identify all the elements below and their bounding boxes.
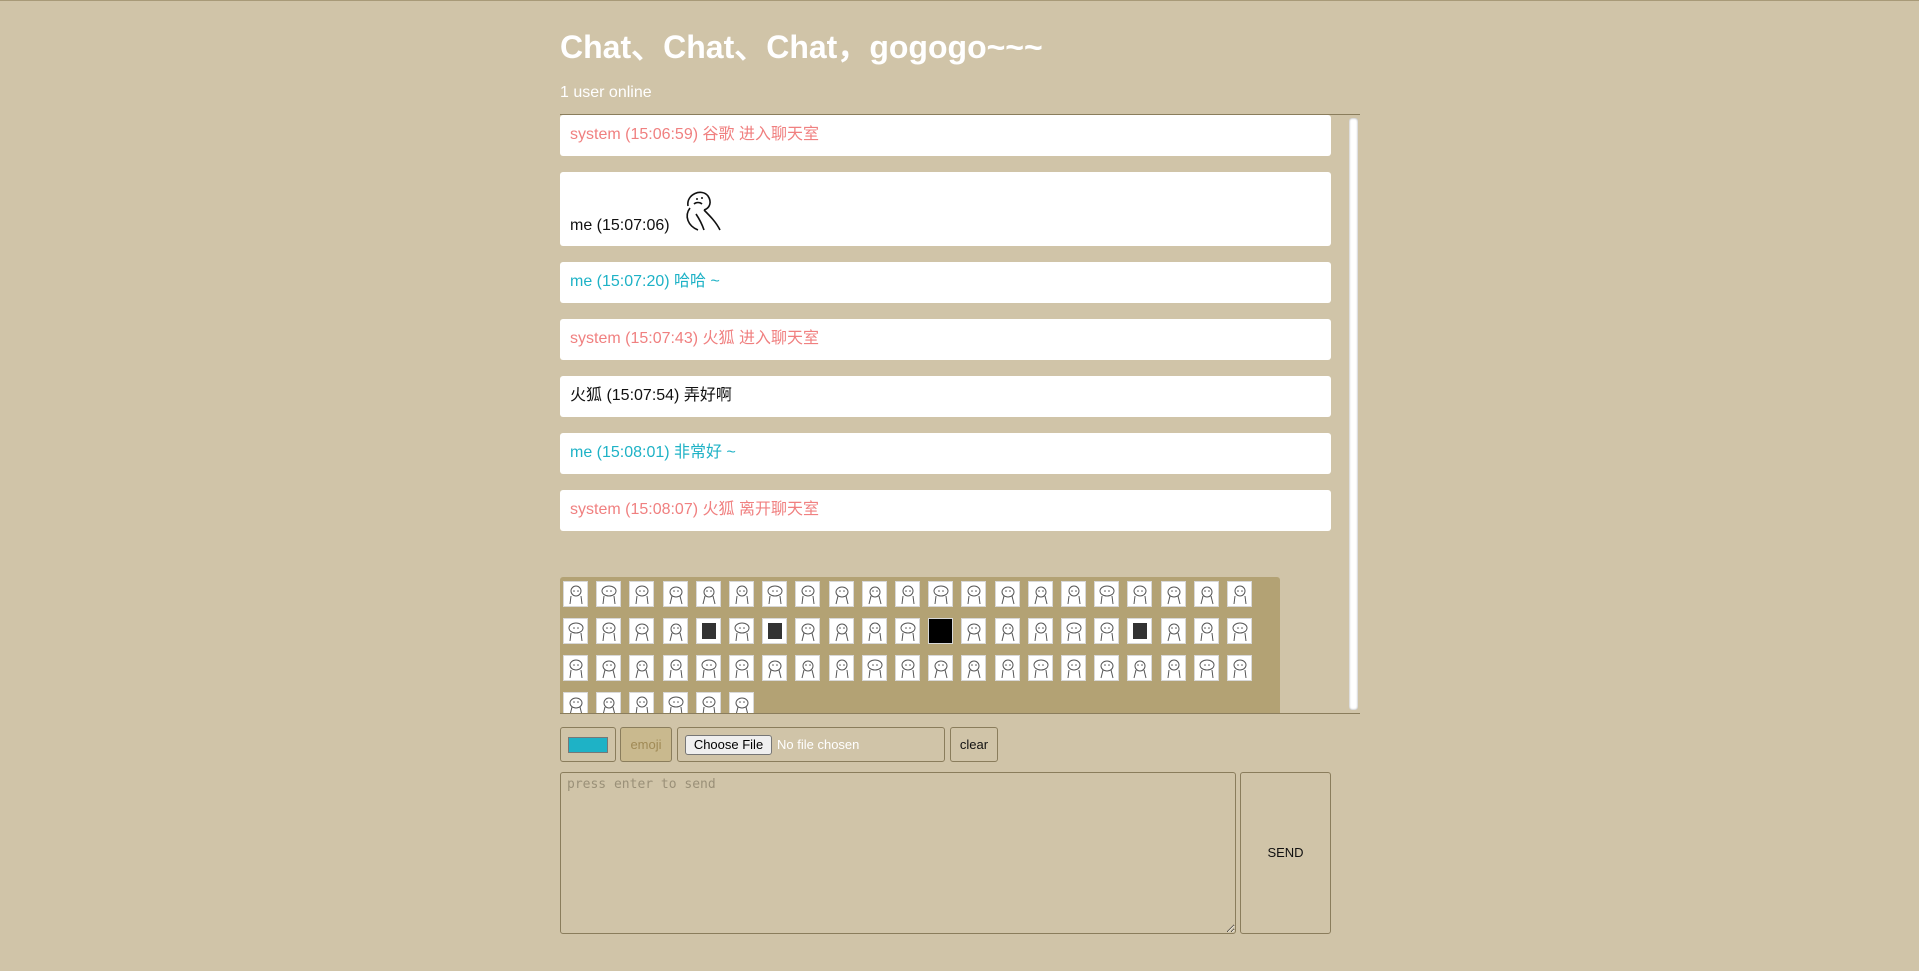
emoji-sticker[interactable] (1061, 655, 1086, 681)
emoji-sticker[interactable] (729, 692, 754, 713)
emoji-sticker[interactable] (1027, 581, 1053, 607)
emoji-sticker[interactable] (928, 655, 954, 681)
message-history[interactable]: system (15:06:59) 谷歌 进入聊天室 me (15:07:06)… (560, 114, 1360, 714)
message-text: system (15:06:59) 谷歌 进入聊天室 (570, 126, 819, 143)
emoji-sticker[interactable] (1094, 618, 1120, 644)
sticker-image (680, 186, 722, 237)
emoji-sticker[interactable] (795, 655, 821, 681)
emoji-sticker[interactable] (695, 655, 721, 681)
emoji-sticker[interactable] (629, 581, 655, 607)
message-item: system (15:06:59) 谷歌 进入聊天室 (560, 115, 1331, 156)
message-item: 火狐 (15:07:54) 弄好啊 (560, 376, 1331, 417)
emoji-sticker[interactable] (1127, 655, 1153, 681)
online-status: 1 user online (560, 84, 652, 101)
emoji-sticker[interactable] (861, 655, 887, 681)
message-text: me (15:07:06) (570, 217, 670, 234)
message-text: 火狐 (15:07:54) 弄好啊 (570, 387, 732, 404)
emoji-sticker[interactable] (695, 618, 721, 644)
emoji-sticker[interactable] (729, 655, 754, 681)
emoji-sticker[interactable] (861, 581, 887, 607)
emoji-sticker[interactable] (762, 618, 788, 644)
emoji-sticker[interactable] (1027, 655, 1053, 681)
emoji-sticker[interactable] (1193, 655, 1219, 681)
emoji-sticker[interactable] (695, 692, 721, 713)
emoji-sticker[interactable] (828, 581, 854, 607)
choose-file-button[interactable]: Choose File (685, 735, 772, 755)
emoji-sticker[interactable] (1227, 655, 1252, 681)
emoji-sticker[interactable] (795, 618, 821, 644)
emoji-sticker[interactable] (762, 581, 788, 607)
clear-button[interactable]: clear (950, 727, 998, 762)
message-text: me (15:08:01) 非常好 ~ (570, 444, 736, 461)
emoji-sticker[interactable] (1094, 655, 1120, 681)
emoji-sticker[interactable] (563, 692, 588, 713)
emoji-sticker[interactable] (563, 581, 588, 607)
message-item: system (15:08:07) 火狐 离开聊天室 (560, 490, 1331, 531)
emoji-sticker[interactable] (1193, 581, 1219, 607)
emoji-sticker[interactable] (762, 655, 788, 681)
scrollbar[interactable] (1349, 118, 1358, 710)
emoji-sticker[interactable] (1027, 618, 1053, 644)
message-item: me (15:07:06) (560, 172, 1331, 246)
emoji-sticker[interactable] (895, 581, 920, 607)
emoji-sticker[interactable] (1227, 618, 1252, 644)
message-text: me (15:07:20) 哈哈 ~ (570, 273, 720, 290)
message-item: me (15:07:20) 哈哈 ~ (560, 262, 1331, 303)
emoji-sticker[interactable] (596, 655, 622, 681)
emoji-sticker[interactable] (961, 618, 987, 644)
emoji-sticker[interactable] (861, 618, 887, 644)
emoji-sticker[interactable] (1160, 655, 1186, 681)
emoji-sticker[interactable] (563, 618, 588, 644)
emoji-sticker[interactable] (1127, 581, 1153, 607)
emoji-sticker[interactable] (1094, 581, 1120, 607)
emoji-sticker[interactable] (695, 581, 721, 607)
emoji-sticker[interactable] (1127, 618, 1153, 644)
emoji-sticker[interactable] (994, 618, 1020, 644)
send-button[interactable]: SEND (1240, 772, 1331, 934)
emoji-sticker[interactable] (961, 581, 987, 607)
emoji-sticker[interactable] (662, 655, 688, 681)
emoji-sticker[interactable] (1160, 581, 1186, 607)
emoji-sticker[interactable] (729, 618, 754, 644)
emoji-sticker[interactable] (563, 655, 588, 681)
emoji-sticker[interactable] (1061, 618, 1086, 644)
color-swatch (568, 737, 608, 753)
emoji-sticker[interactable] (1193, 618, 1219, 644)
emoji-sticker[interactable] (1061, 581, 1086, 607)
emoji-sticker[interactable] (596, 692, 622, 713)
message-input[interactable] (560, 772, 1236, 934)
emoji-sticker[interactable] (795, 581, 821, 607)
emoji-panel (560, 577, 1280, 713)
emoji-sticker[interactable] (895, 618, 920, 644)
emoji-sticker[interactable] (662, 581, 688, 607)
emoji-sticker[interactable] (895, 655, 920, 681)
color-picker-button[interactable] (560, 727, 616, 762)
emoji-sticker[interactable] (928, 581, 954, 607)
emoji-sticker[interactable] (828, 618, 854, 644)
emoji-sticker[interactable] (662, 692, 688, 713)
emoji-sticker[interactable] (596, 618, 622, 644)
emoji-sticker[interactable] (994, 655, 1020, 681)
emoji-sticker[interactable] (994, 581, 1020, 607)
emoji-sticker[interactable] (629, 655, 655, 681)
emoji-sticker[interactable] (596, 581, 622, 607)
emoji-sticker[interactable] (928, 618, 954, 644)
file-status-label: No file chosen (777, 737, 860, 752)
emoji-sticker[interactable] (1227, 581, 1252, 607)
emoji-sticker[interactable] (629, 618, 655, 644)
message-text: system (15:07:43) 火狐 进入聊天室 (570, 330, 819, 347)
emoji-sticker[interactable] (629, 692, 655, 713)
message-text: system (15:08:07) 火狐 离开聊天室 (570, 501, 819, 518)
emoji-sticker[interactable] (729, 581, 754, 607)
page-title: Chat、Chat、Chat，gogogo~~~ (560, 29, 1043, 65)
emoji-sticker[interactable] (961, 655, 987, 681)
emoji-button[interactable]: emoji (620, 727, 672, 762)
emoji-sticker[interactable] (828, 655, 854, 681)
emoji-sticker[interactable] (662, 618, 688, 644)
message-item: system (15:07:43) 火狐 进入聊天室 (560, 319, 1331, 360)
file-input[interactable]: Choose File No file chosen (677, 727, 945, 762)
message-item: me (15:08:01) 非常好 ~ (560, 433, 1331, 474)
emoji-sticker[interactable] (1160, 618, 1186, 644)
